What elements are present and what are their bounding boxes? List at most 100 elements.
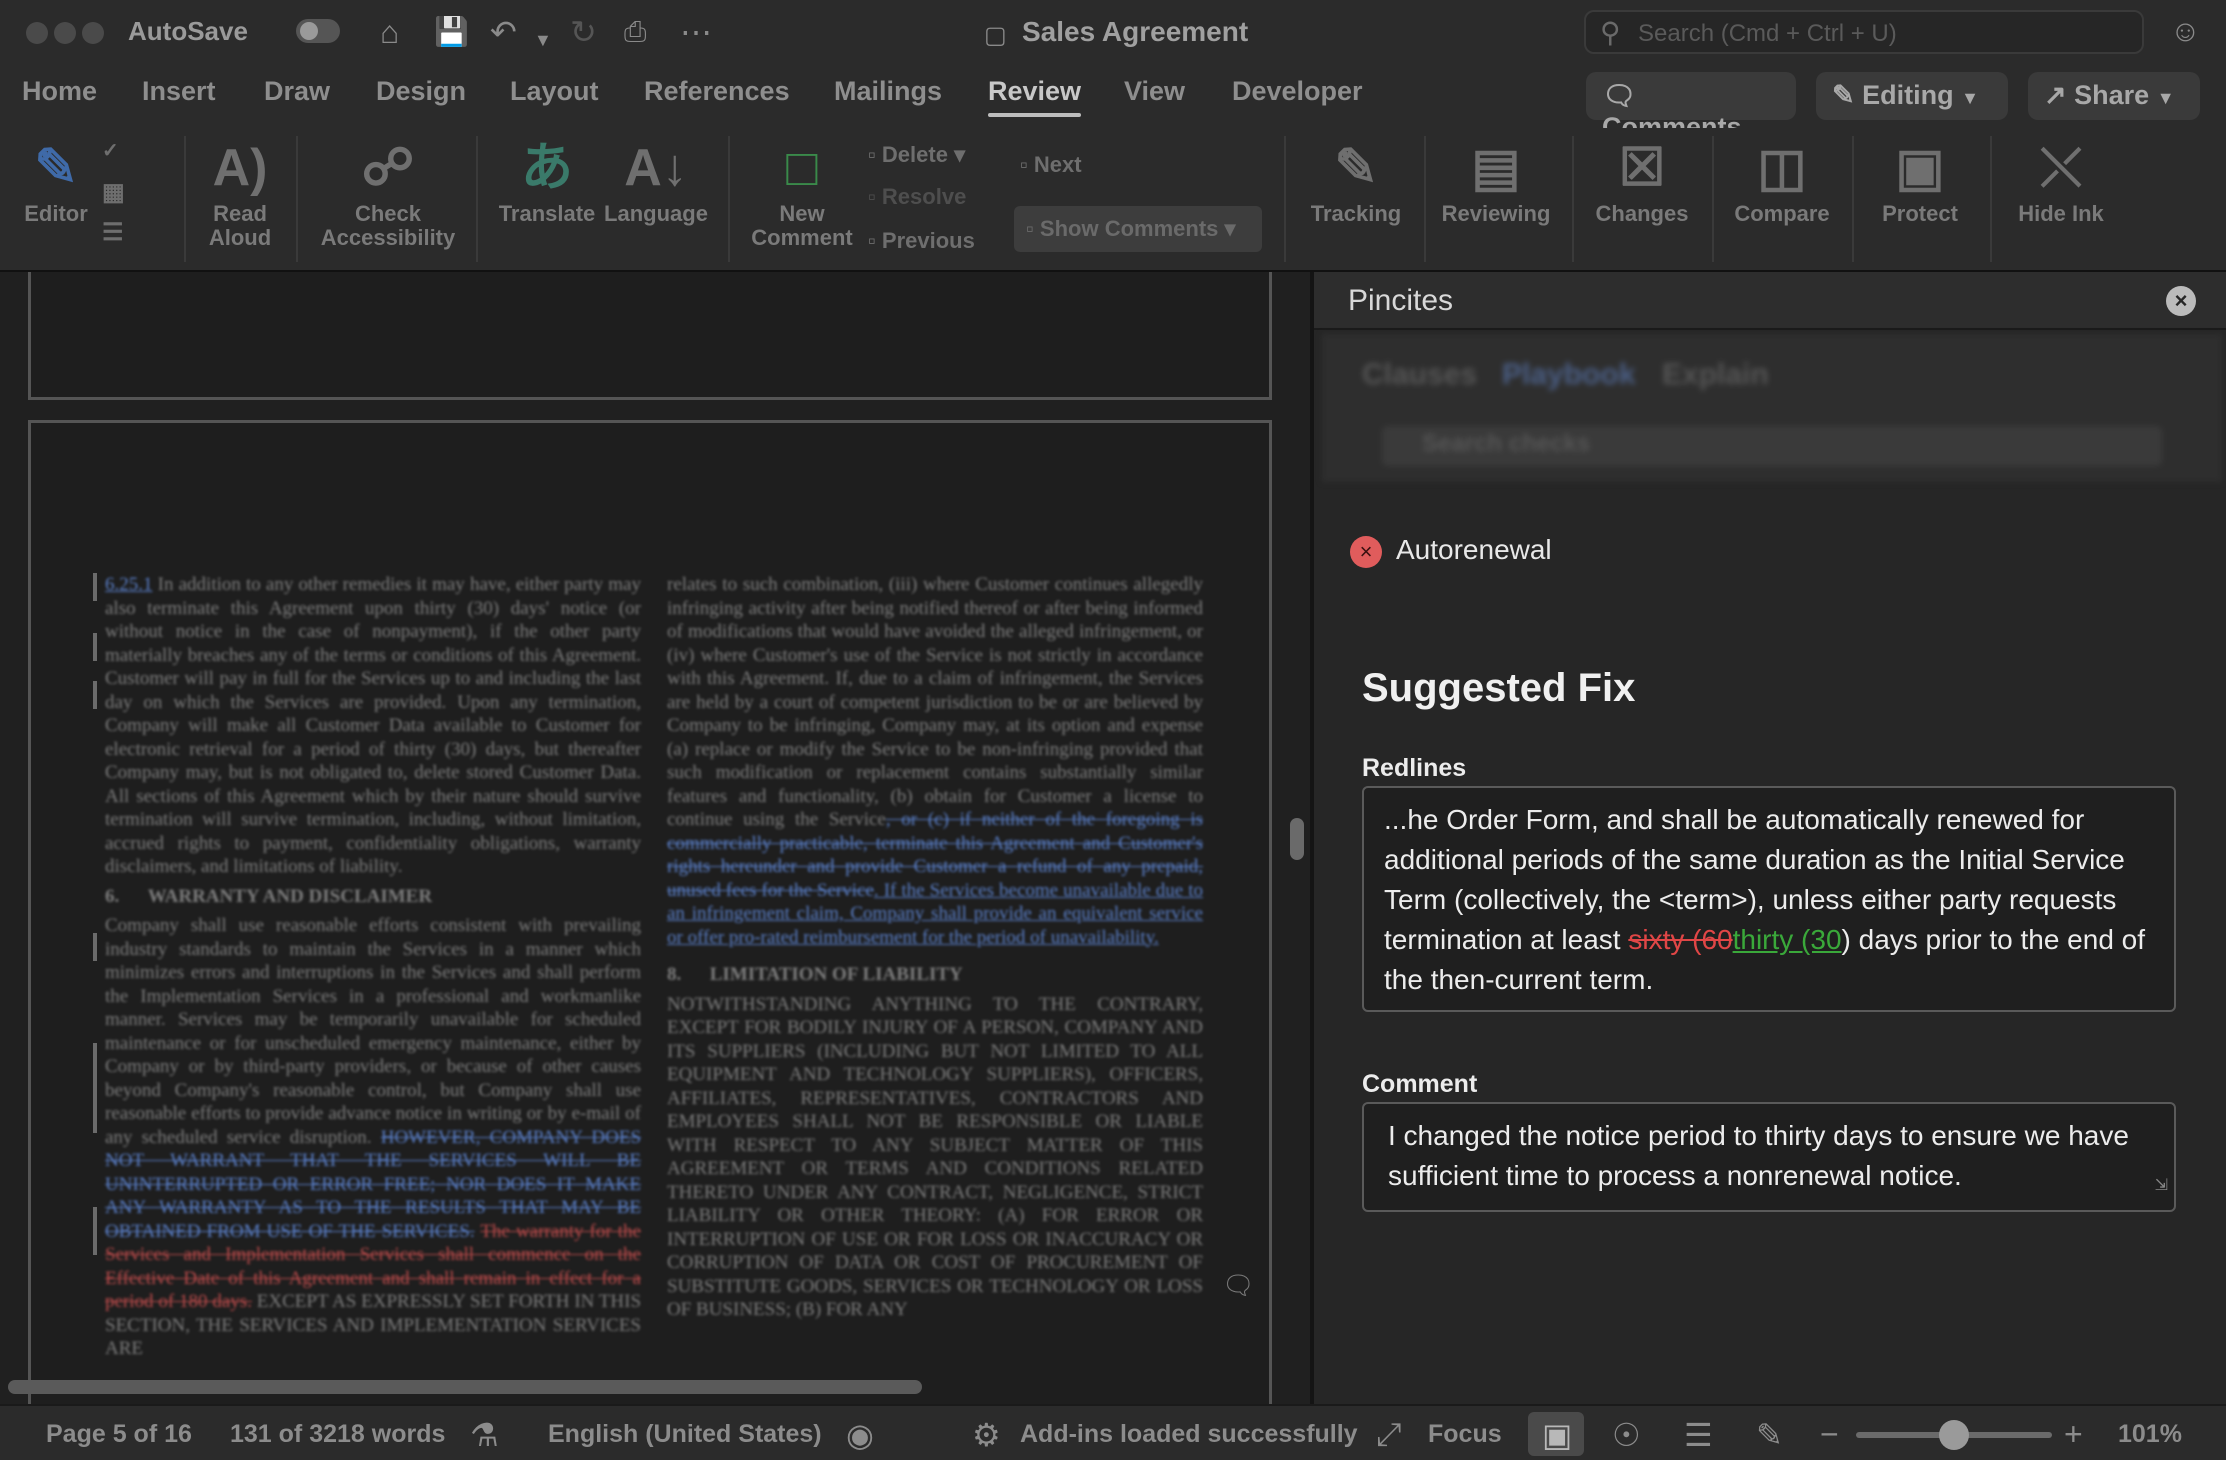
editing-button[interactable]: ✎ Editing ▼ bbox=[1816, 72, 2008, 120]
tab-mailings[interactable]: Mailings bbox=[834, 76, 942, 107]
hide-ink-icon: ⤬ bbox=[2040, 139, 2082, 197]
undo-icon[interactable]: ↶ bbox=[490, 14, 517, 50]
proofing-icon[interactable]: ⚗ bbox=[470, 1416, 499, 1454]
search-input[interactable]: Search (Cmd + Ctrl + U) bbox=[1638, 20, 1897, 48]
tab-clauses[interactable]: Clauses bbox=[1362, 358, 1477, 392]
word-count[interactable]: 131 of 3218 words bbox=[230, 1420, 445, 1449]
zoom-slider-knob[interactable] bbox=[1939, 1420, 1970, 1450]
word-count-icon[interactable]: ☰ bbox=[102, 218, 124, 247]
comment-bubble-icon[interactable]: 🗨 bbox=[1222, 1270, 1255, 1301]
resolve-button[interactable]: ▫ Resolve bbox=[868, 184, 966, 210]
show-comments-label: Show Comments bbox=[1039, 216, 1219, 241]
ribbon-separator bbox=[728, 136, 730, 262]
reviewing-button[interactable]: ▤ Reviewing bbox=[1440, 134, 1552, 226]
account-icon[interactable]: ☺ bbox=[2170, 14, 2201, 50]
horizontal-scrollbar[interactable] bbox=[8, 1380, 922, 1394]
close-window-button[interactable] bbox=[26, 22, 48, 44]
record-icon[interactable]: ◉ bbox=[846, 1416, 874, 1454]
checks-search-input[interactable]: Search checks bbox=[1422, 430, 1590, 458]
home-icon[interactable]: ⌂ bbox=[380, 14, 399, 50]
translate-button[interactable]: あ Translate bbox=[496, 134, 598, 226]
ribbon-separator bbox=[476, 136, 478, 262]
error-icon: × bbox=[1350, 536, 1382, 568]
comment-textarea[interactable]: I changed the notice period to thirty da… bbox=[1362, 1102, 2176, 1212]
more-icon[interactable]: ⋯ bbox=[680, 14, 712, 50]
resolve-label: Resolve bbox=[881, 184, 967, 209]
current-page[interactable]: 6.25.1 In addition to any other remedies… bbox=[28, 420, 1272, 1404]
new-comment-icon: □ bbox=[786, 139, 818, 197]
hide-ink-button[interactable]: ⤬ Hide Ink bbox=[2012, 134, 2110, 226]
tab-insert[interactable]: Insert bbox=[142, 76, 216, 107]
search-box[interactable]: ⚲ Search (Cmd + Ctrl + U) bbox=[1584, 10, 2144, 54]
language-button[interactable]: A↓ Language bbox=[604, 134, 708, 226]
print-icon[interactable]: ⎙ bbox=[624, 14, 646, 50]
resize-handle-icon[interactable]: ⇲ bbox=[2155, 1166, 2168, 1206]
save-icon[interactable]: 💾 bbox=[434, 14, 469, 50]
thesaurus-icon[interactable]: ▦ bbox=[102, 178, 125, 207]
comments-button[interactable]: 🗨 Comments bbox=[1586, 72, 1796, 142]
tab-layout[interactable]: Layout bbox=[510, 76, 599, 107]
show-comments-button[interactable]: ▫ Show Comments ▾ bbox=[1014, 206, 1262, 252]
redlines-box[interactable]: ...he Order Form, and shall be automatic… bbox=[1362, 786, 2176, 1012]
tracking-button[interactable]: ✎ Tracking bbox=[1304, 134, 1408, 226]
tab-playbook[interactable]: Playbook bbox=[1502, 358, 1635, 392]
tab-home[interactable]: Home bbox=[22, 76, 97, 107]
new-comment-button[interactable]: □ New Comment bbox=[748, 134, 856, 250]
next-comment-button[interactable]: ▫ Next bbox=[1020, 152, 1082, 178]
delete-comment-button[interactable]: ▫ Delete ▾ bbox=[868, 142, 965, 168]
compare-button[interactable]: ◫ Compare bbox=[1730, 134, 1834, 226]
tab-draw[interactable]: Draw bbox=[264, 76, 330, 107]
section-heading-liability: 8. LIMITATION OF LIABILITY bbox=[667, 963, 1203, 987]
redo-icon[interactable]: ↻ bbox=[570, 14, 597, 50]
liability-paragraph: NOTWITHSTANDING ANYTHING TO THE CONTRARY… bbox=[667, 993, 1203, 1321]
document-title[interactable]: Sales Agreement bbox=[1022, 16, 1248, 48]
focus-button[interactable]: Focus bbox=[1428, 1420, 1502, 1449]
print-layout-button[interactable]: ▣ bbox=[1528, 1412, 1584, 1456]
autosave-toggle[interactable] bbox=[296, 19, 340, 43]
tab-design[interactable]: Design bbox=[376, 76, 466, 107]
document-area[interactable]: 6.25.1 In addition to any other remedies… bbox=[0, 272, 1310, 1404]
tab-view[interactable]: View bbox=[1124, 76, 1185, 107]
close-icon[interactable]: × bbox=[2166, 286, 2196, 316]
zoom-level[interactable]: 101% bbox=[2118, 1420, 2182, 1449]
checks-search[interactable]: Search checks bbox=[1382, 426, 2162, 466]
section-title: WARRANTY AND DISCLAIMER bbox=[147, 885, 433, 907]
web-layout-icon[interactable]: ☉ bbox=[1612, 1416, 1641, 1454]
editor-icon: ✎ bbox=[34, 139, 78, 197]
tab-explain[interactable]: Explain bbox=[1662, 358, 1769, 392]
tab-developer[interactable]: Developer bbox=[1232, 76, 1363, 107]
check-label: Check bbox=[354, 201, 422, 226]
read-aloud-button[interactable]: A) Read Aloud bbox=[200, 134, 280, 250]
suggested-fix-heading: Suggested Fix bbox=[1362, 666, 1636, 710]
addins-status: Add-ins loaded successfully bbox=[1020, 1420, 1358, 1448]
zoom-in-icon[interactable]: + bbox=[2064, 1416, 2083, 1453]
change-bar bbox=[93, 1207, 97, 1255]
document-column-right: relates to such combination, (iii) where… bbox=[667, 573, 1203, 1322]
pencil-icon: ✎ bbox=[1832, 80, 1855, 110]
changes-button[interactable]: ☒ Changes bbox=[1590, 134, 1694, 226]
zoom-window-button[interactable] bbox=[82, 22, 104, 44]
spelling-icon[interactable]: ✓ bbox=[102, 138, 119, 163]
tab-references[interactable]: References bbox=[644, 76, 790, 107]
minimize-window-button[interactable] bbox=[54, 22, 76, 44]
editor-button[interactable]: ✎ Editor bbox=[18, 134, 94, 226]
zoom-out-icon[interactable]: − bbox=[1820, 1416, 1839, 1453]
focus-icon[interactable]: ⤢ bbox=[1376, 1416, 1402, 1454]
tab-review[interactable]: Review bbox=[988, 76, 1082, 117]
page-indicator[interactable]: Page 5 of 16 bbox=[46, 1420, 192, 1449]
language-indicator[interactable]: English (United States) bbox=[548, 1420, 822, 1449]
share-button[interactable]: ↗ Share ▼ bbox=[2028, 72, 2200, 120]
share-label: Share bbox=[2074, 80, 2150, 110]
previous-comment-button[interactable]: ▫ Previous bbox=[868, 228, 975, 254]
draft-icon[interactable]: ✎ bbox=[1756, 1416, 1783, 1454]
tracking-icon: ✎ bbox=[1334, 139, 1378, 197]
previous-page bbox=[28, 272, 1272, 400]
addins-icon: ⚙ bbox=[972, 1417, 1001, 1453]
vertical-scrollbar[interactable] bbox=[1290, 818, 1304, 860]
protect-button[interactable]: ▣ Protect bbox=[1872, 134, 1968, 226]
outline-icon[interactable]: ☰ bbox=[1684, 1416, 1713, 1454]
chevron-down-icon[interactable]: ▼ bbox=[534, 22, 552, 58]
ribbon-separator bbox=[1572, 136, 1574, 262]
zoom-slider[interactable] bbox=[1856, 1420, 2052, 1450]
check-accessibility-button[interactable]: ☍ Check Accessibility bbox=[316, 134, 460, 250]
